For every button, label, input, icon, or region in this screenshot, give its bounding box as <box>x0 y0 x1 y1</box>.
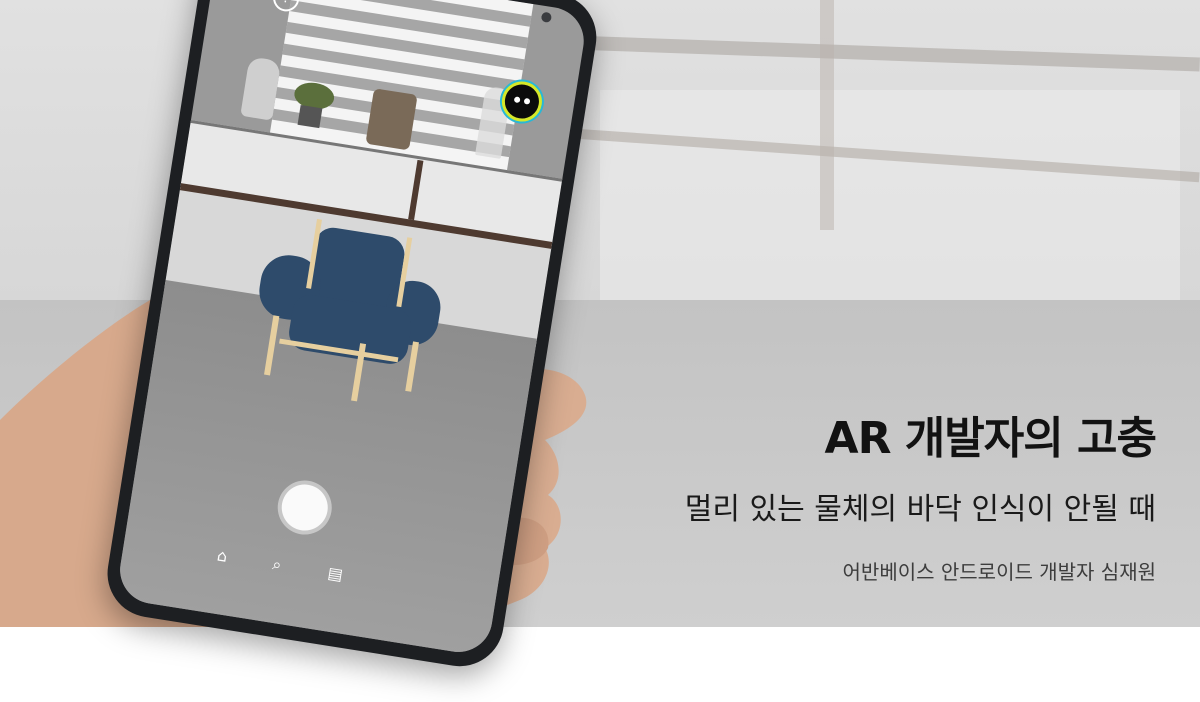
plant-pot <box>297 104 323 129</box>
gallery-icon[interactable]: ▤ <box>326 563 344 584</box>
profile-icon-eye <box>523 97 531 105</box>
profile-icon <box>513 96 521 104</box>
ar-armchair[interactable] <box>232 216 456 415</box>
ar-camera-view[interactable]: ? ⌂ ⌕ ▤ <box>115 0 589 657</box>
author-byline: 어반베이스 안드로이드 개발자 심재원 <box>842 560 1156 584</box>
chair-leg <box>264 315 280 376</box>
vintage-telephone <box>365 88 418 151</box>
headline-title: AR 개발자의 고충 <box>824 413 1157 464</box>
help-icon: ? <box>281 0 291 7</box>
headline-subtitle: 멀리 있는 물체의 바닥 인식이 안될 때 <box>684 492 1156 527</box>
front-camera <box>540 11 553 24</box>
